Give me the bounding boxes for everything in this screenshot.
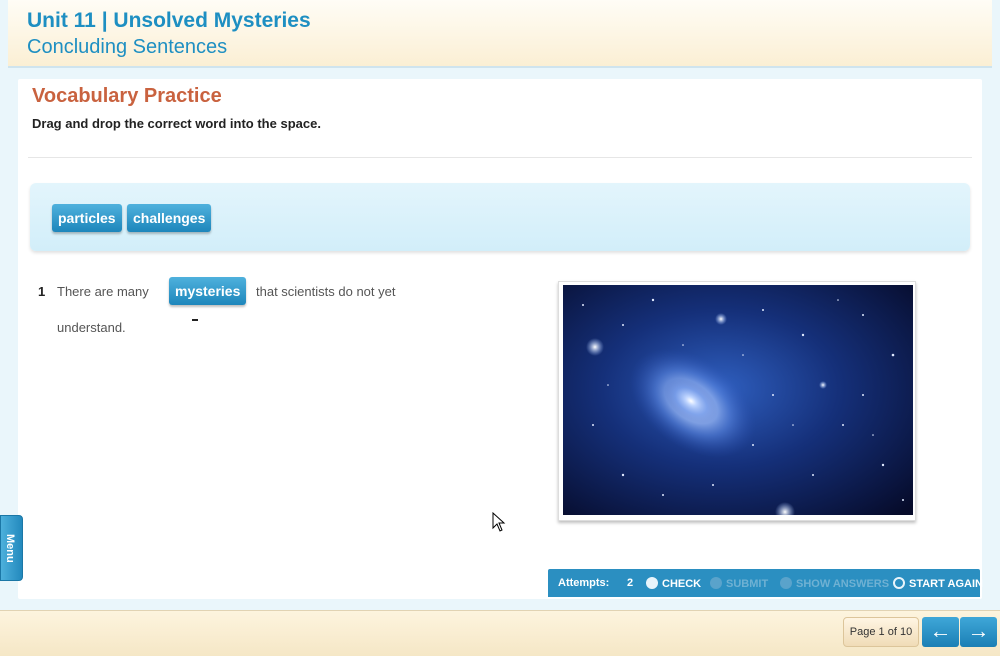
submit-label: SUBMIT: [726, 578, 769, 590]
arrow-left-icon: ←: [929, 618, 952, 643]
submit-icon: [710, 577, 722, 589]
header-banner: Unit 11 | Unsolved Mysteries Concluding …: [8, 0, 992, 68]
word-bank: particles challenges: [30, 183, 970, 251]
answer-drop-slot[interactable]: mysteries: [169, 277, 247, 305]
start-again-label: START AGAIN: [909, 578, 983, 590]
question-text-line2: understand.: [57, 320, 126, 335]
unit-title: Unit 11 | Unsolved Mysteries: [27, 9, 311, 32]
question-text-after: that scientists do not yet: [256, 284, 396, 299]
refresh-icon: [893, 577, 905, 589]
galaxy-illustration: [563, 285, 913, 515]
word-chip-particles[interactable]: particles: [52, 204, 122, 232]
check-label: CHECK: [662, 578, 702, 590]
check-icon: [646, 577, 658, 589]
page-indicator: Page 1 of 10: [843, 617, 919, 647]
pointer-shape: [492, 511, 506, 532]
answer-toolbar: Attempts: 2 CHECK SUBMIT SHOW ANSWERS ST…: [548, 569, 983, 597]
word-chip-challenges[interactable]: challenges: [127, 204, 212, 232]
start-again-button[interactable]: START AGAIN: [893, 577, 983, 590]
menu-tab[interactable]: Menu: [0, 515, 23, 581]
attempts-count: 2: [627, 577, 634, 589]
activity-instruction: Drag and drop the correct word into the …: [32, 116, 321, 131]
lesson-title: Concluding Sentences: [27, 36, 228, 58]
next-page-button[interactable]: →: [960, 617, 997, 647]
show-answers-button[interactable]: SHOW ANSWERS: [780, 577, 889, 590]
submit-button[interactable]: SUBMIT: [710, 577, 768, 590]
question-text-before: There are many: [57, 284, 149, 299]
text-cursor-mark: [192, 319, 198, 321]
galaxy-space-image: [558, 281, 916, 521]
attempts-label: Attempts:: [558, 577, 610, 589]
show-answers-label: SHOW ANSWERS: [796, 578, 890, 590]
question-number: 1: [38, 284, 46, 299]
check-button[interactable]: CHECK: [646, 577, 701, 590]
activity-title: Vocabulary Practice: [32, 85, 222, 107]
menu-label: Menu: [4, 534, 16, 563]
answers-icon: [780, 577, 792, 589]
divider: [28, 157, 972, 158]
prev-page-button[interactable]: ←: [922, 617, 959, 647]
arrow-right-icon: →: [967, 618, 990, 643]
